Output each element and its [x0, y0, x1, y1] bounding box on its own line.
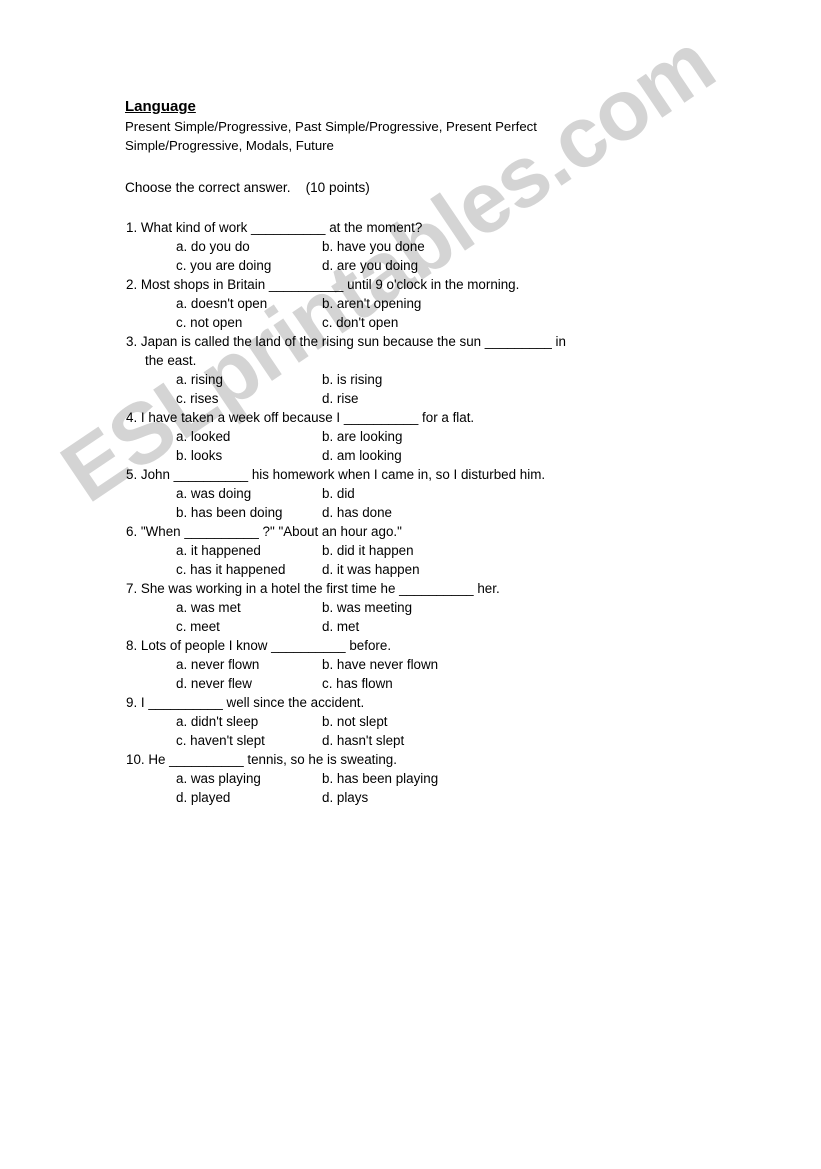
option-choice[interactable]: c. has flown	[322, 674, 393, 693]
question-item: 3. Japan is called the land of the risin…	[125, 332, 745, 408]
option-choice[interactable]: b. aren't opening	[322, 294, 421, 313]
option-row: c. rises d. rise	[125, 389, 745, 408]
question-item: 8. Lots of people I know __________ befo…	[125, 636, 745, 693]
option-choice[interactable]: d. plays	[322, 788, 368, 807]
question-stem: 8. Lots of people I know __________ befo…	[126, 638, 392, 653]
option-choice[interactable]: c. has it happened	[125, 560, 322, 579]
option-row: a. doesn't open b. aren't opening	[125, 294, 745, 313]
option-choice[interactable]: c. don't open	[322, 313, 398, 332]
option-choice[interactable]: d. it was happen	[322, 560, 420, 579]
question-stem-line2: the east.	[145, 353, 197, 368]
option-choice[interactable]: b. looks	[125, 446, 322, 465]
question-stem: 7. She was working in a hotel the first …	[126, 581, 500, 596]
question-item: 1. What kind of work __________ at the m…	[125, 218, 745, 275]
option-choice[interactable]: d. met	[322, 617, 359, 636]
option-choice[interactable]: b. did	[322, 484, 355, 503]
option-row: a. do you do b. have you done	[125, 237, 745, 256]
option-choice[interactable]: b. have you done	[322, 237, 425, 256]
question-item: 5. John __________ his homework when I c…	[125, 465, 745, 522]
page-title: Language	[125, 98, 196, 115]
question-item: 7. She was working in a hotel the first …	[125, 579, 745, 636]
option-choice[interactable]: a. looked	[125, 427, 322, 446]
question-stem: 2. Most shops in Britain __________ unti…	[126, 277, 520, 292]
option-choice[interactable]: a. it happened	[125, 541, 322, 560]
question-stem: 9. I __________ well since the accident.	[126, 695, 365, 710]
question-item: 2. Most shops in Britain __________ unti…	[125, 275, 745, 332]
option-choice[interactable]: c. haven't slept	[125, 731, 322, 750]
option-row: c. you are doing d. are you doing	[125, 256, 745, 275]
question-stem: 3. Japan is called the land of the risin…	[125, 332, 745, 370]
question-stem: 6. "When __________ ?" "About an hour ag…	[126, 524, 402, 539]
option-row: c. not open c. don't open	[125, 313, 745, 332]
option-choice[interactable]: a. didn't sleep	[125, 712, 322, 731]
option-row: c. haven't slept d. hasn't slept	[125, 731, 745, 750]
option-choice[interactable]: d. played	[125, 788, 322, 807]
option-choice[interactable]: b. is rising	[322, 370, 382, 389]
option-choice[interactable]: c. meet	[125, 617, 322, 636]
option-choice[interactable]: a. rising	[125, 370, 322, 389]
option-choice[interactable]: b. not slept	[322, 712, 388, 731]
option-choice[interactable]: c. rises	[125, 389, 322, 408]
option-choice[interactable]: a. was met	[125, 598, 322, 617]
option-choice[interactable]: a. was playing	[125, 769, 322, 788]
question-item: 10. He __________ tennis, so he is sweat…	[125, 750, 745, 807]
question-item: 4. I have taken a week off because I ___…	[125, 408, 745, 465]
option-choice[interactable]: b. are looking	[322, 427, 402, 446]
option-row: a. didn't sleep b. not slept	[125, 712, 745, 731]
option-row: b. has been doing d. has done	[125, 503, 745, 522]
option-choice[interactable]: c. not open	[125, 313, 322, 332]
question-stem: 5. John __________ his homework when I c…	[126, 467, 546, 482]
question-item: 9. I __________ well since the accident.…	[125, 693, 745, 750]
question-stem: 1. What kind of work __________ at the m…	[126, 220, 423, 235]
question-stem-line1: 3. Japan is called the land of the risin…	[126, 334, 566, 349]
option-choice[interactable]: b. have never flown	[322, 655, 438, 674]
option-choice[interactable]: b. has been playing	[322, 769, 438, 788]
worksheet-content: Language Present Simple/Progressive, Pas…	[125, 98, 745, 807]
option-choice[interactable]: a. was doing	[125, 484, 322, 503]
question-stem: 4. I have taken a week off because I ___…	[126, 410, 475, 425]
option-row: a. it happened b. did it happen	[125, 541, 745, 560]
option-choice[interactable]: c. you are doing	[125, 256, 322, 275]
option-row: a. was doing b. did	[125, 484, 745, 503]
option-choice[interactable]: a. do you do	[125, 237, 322, 256]
question-stem: 10. He __________ tennis, so he is sweat…	[126, 752, 397, 767]
question-item: 6. "When __________ ?" "About an hour ag…	[125, 522, 745, 579]
option-row: a. looked b. are looking	[125, 427, 745, 446]
option-choice[interactable]: d. never flew	[125, 674, 322, 693]
option-row: b. looks d. am looking	[125, 446, 745, 465]
option-choice[interactable]: a. doesn't open	[125, 294, 322, 313]
option-choice[interactable]: d. am looking	[322, 446, 402, 465]
option-row: c. meet d. met	[125, 617, 745, 636]
option-row: a. was playing b. has been playing	[125, 769, 745, 788]
option-choice[interactable]: b. was meeting	[322, 598, 412, 617]
option-choice[interactable]: d. hasn't slept	[322, 731, 404, 750]
option-row: c. has it happened d. it was happen	[125, 560, 745, 579]
worksheet-page: Language Present Simple/Progressive, Pas…	[0, 0, 821, 1169]
option-choice[interactable]: d. are you doing	[322, 256, 418, 275]
option-choice[interactable]: a. never flown	[125, 655, 322, 674]
question-list: 1. What kind of work __________ at the m…	[125, 218, 745, 807]
option-choice[interactable]: b. has been doing	[125, 503, 322, 522]
instruction-line: Choose the correct answer. (10 points)	[125, 180, 370, 195]
option-row: d. played d. plays	[125, 788, 745, 807]
page-subtitle: Present Simple/Progressive, Past Simple/…	[125, 119, 537, 153]
option-row: a. was met b. was meeting	[125, 598, 745, 617]
option-choice[interactable]: b. did it happen	[322, 541, 414, 560]
option-row: a. never flown b. have never flown	[125, 655, 745, 674]
option-row: a. rising b. is rising	[125, 370, 745, 389]
option-row: d. never flew c. has flown	[125, 674, 745, 693]
option-choice[interactable]: d. has done	[322, 503, 392, 522]
option-choice[interactable]: d. rise	[322, 389, 358, 408]
